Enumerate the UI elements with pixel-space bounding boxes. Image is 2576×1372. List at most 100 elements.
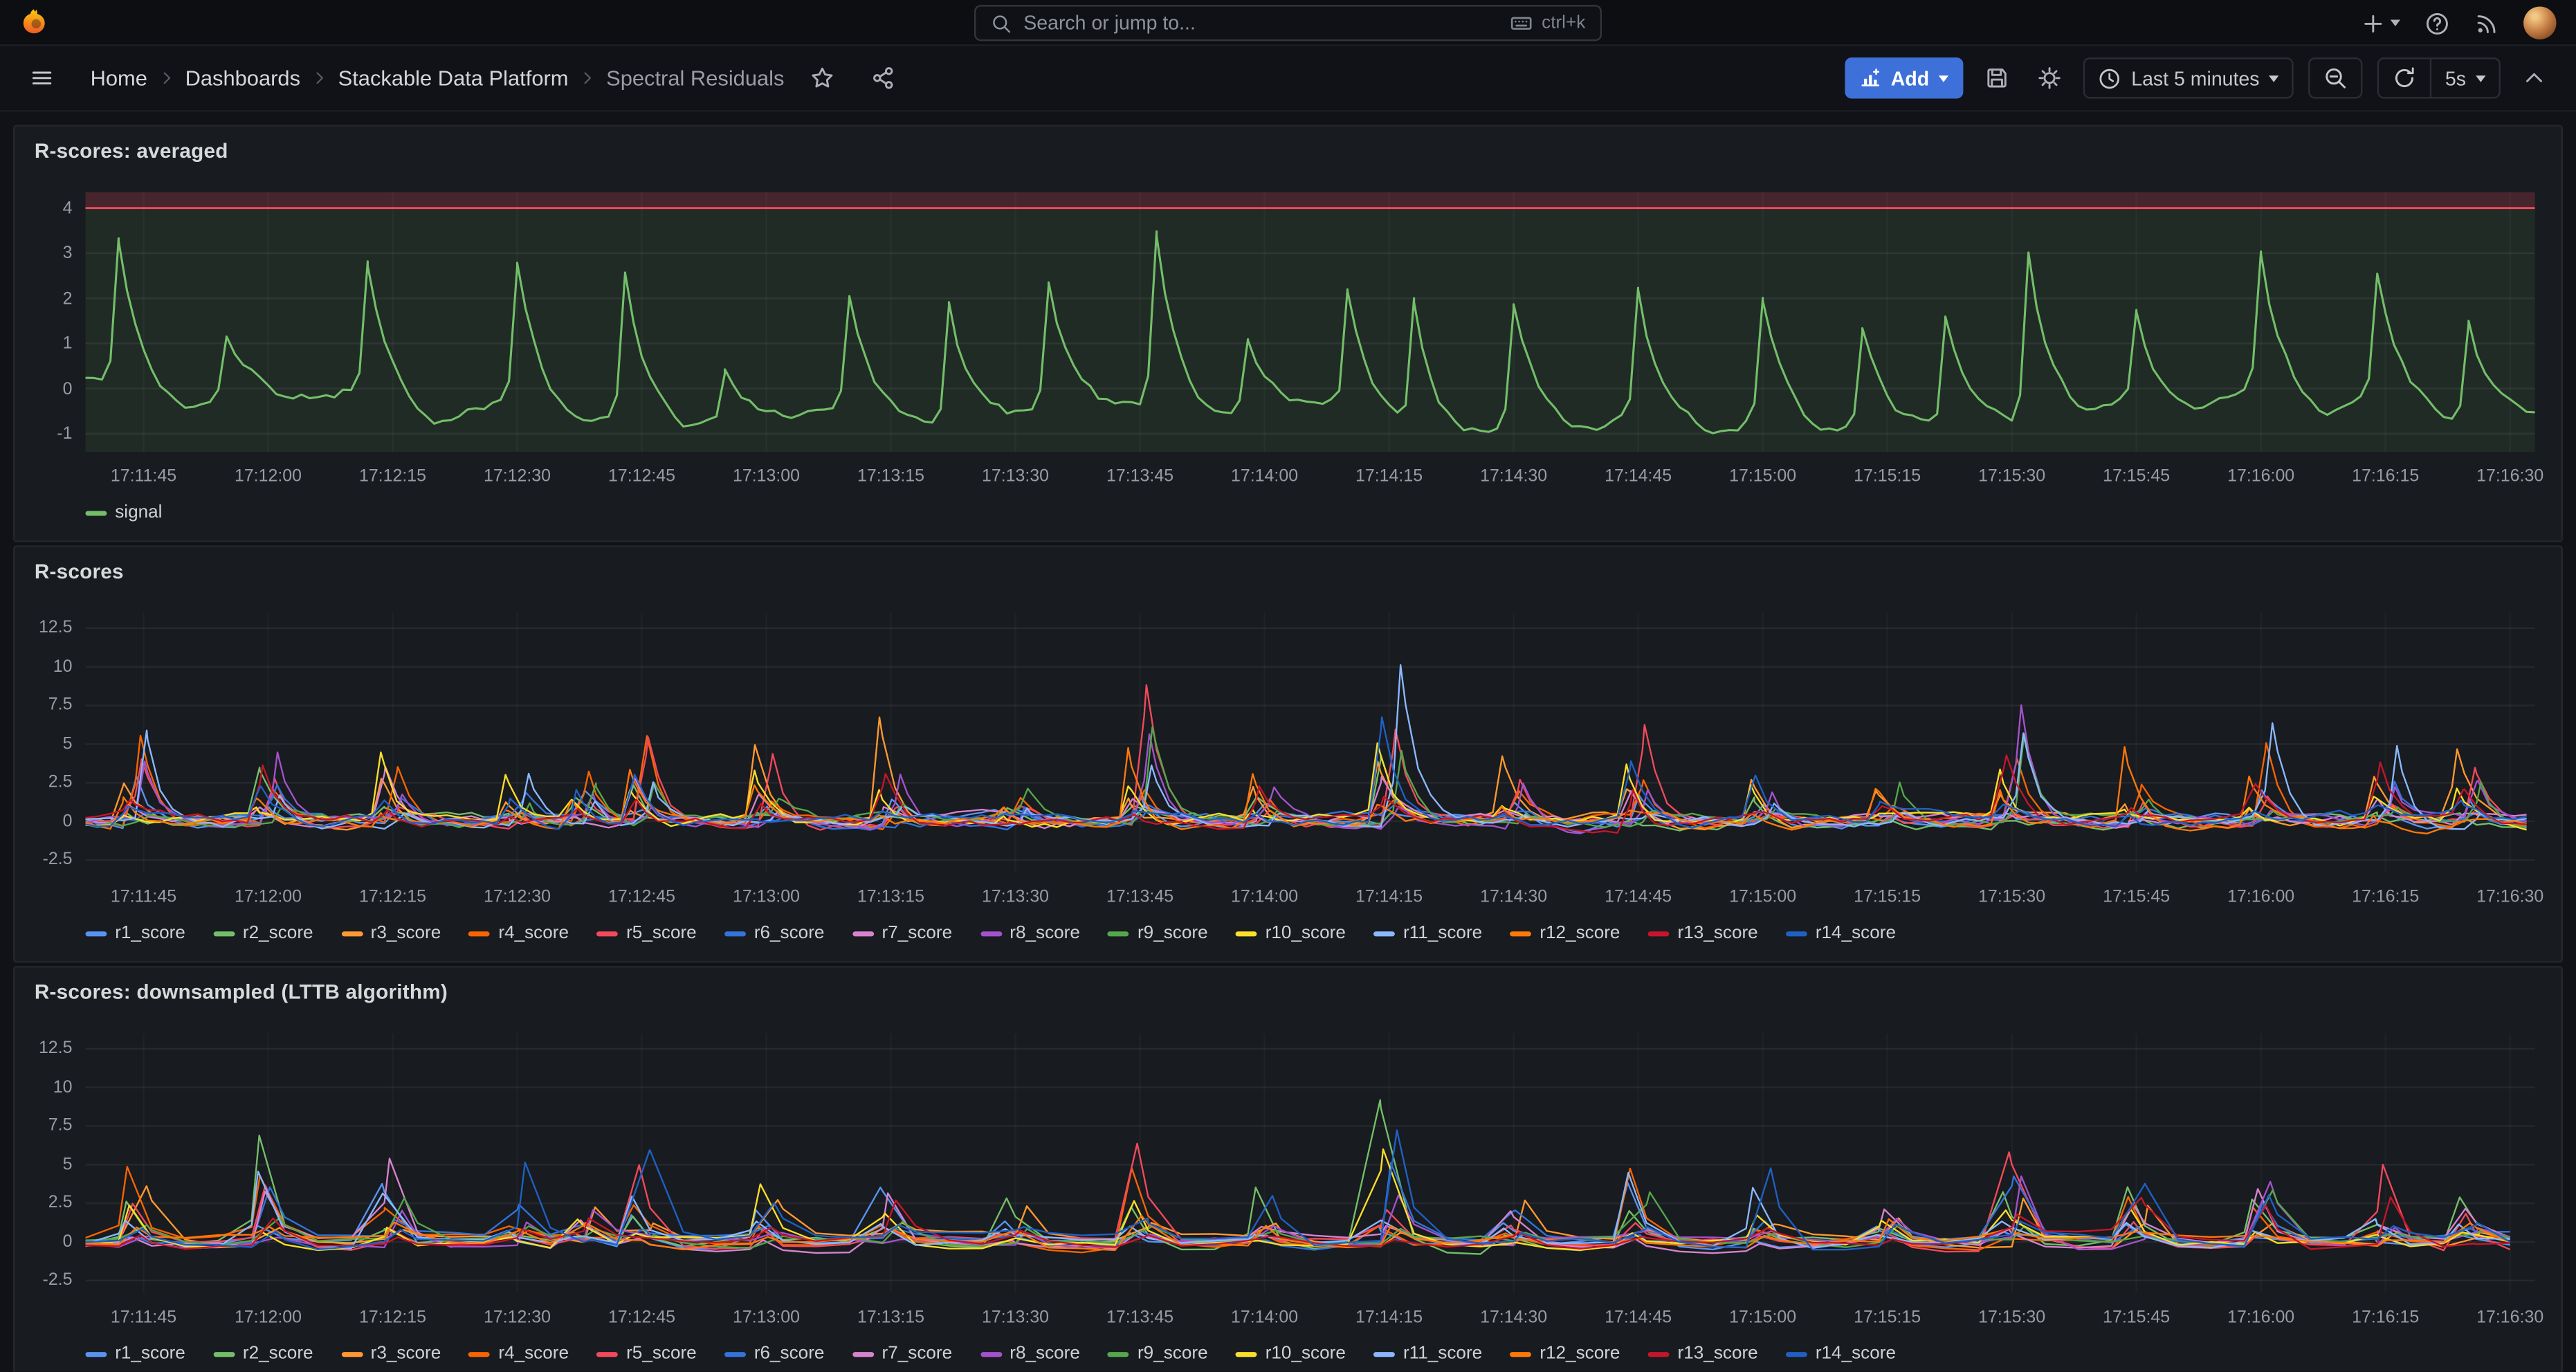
y-tick-label: 5: [63, 734, 73, 753]
legend-label: r6_score: [754, 923, 825, 942]
y-axis-labels: 12.5107.552.50-2.5: [31, 613, 75, 872]
legend-item-r13_score[interactable]: r13_score: [1648, 923, 1758, 942]
caret-down-icon: [2269, 75, 2279, 81]
favorite-button[interactable]: [804, 66, 842, 91]
x-tick-label: 17:15:30: [1978, 466, 2045, 486]
y-tick-label: 10: [53, 657, 73, 677]
legend-item-r10_score[interactable]: r10_score: [1236, 923, 1346, 942]
legend-item-r6_score[interactable]: r6_score: [724, 923, 824, 942]
legend-item-r4_score[interactable]: r4_score: [469, 923, 569, 942]
legend-label: r2_score: [243, 1344, 313, 1363]
y-tick-label: -2.5: [43, 850, 73, 870]
dashboard-settings-button[interactable]: [2031, 66, 2069, 91]
legend-swatch: [213, 1351, 235, 1356]
legend-item-r5_score[interactable]: r5_score: [596, 923, 696, 942]
x-tick-label: 17:12:30: [484, 466, 551, 486]
legend-item-r11_score[interactable]: r11_score: [1373, 923, 1482, 942]
legend-item-r12_score[interactable]: r12_score: [1510, 1344, 1620, 1363]
legend-item-r12_score[interactable]: r12_score: [1510, 923, 1620, 942]
plot-area[interactable]: [85, 192, 2534, 452]
x-tick-label: 17:13:30: [982, 887, 1049, 906]
add-panel-icon: [1860, 67, 1881, 89]
chevron-up-icon: [2522, 66, 2547, 91]
mega-menu-toggle[interactable]: [23, 66, 61, 91]
refresh-button[interactable]: [2379, 59, 2431, 97]
legend-label: r8_score: [1010, 923, 1080, 942]
share-button[interactable]: [865, 66, 903, 91]
legend-label: r6_score: [754, 1344, 825, 1363]
legend-item-r7_score[interactable]: r7_score: [852, 923, 952, 942]
legend-item-r11_score[interactable]: r11_score: [1373, 1344, 1482, 1363]
legend-label: r7_score: [882, 923, 953, 942]
panel-header[interactable]: R-scores: averaged: [15, 127, 2561, 176]
legend-swatch: [85, 510, 107, 515]
x-tick-label: 17:15:00: [1729, 1308, 1796, 1327]
news-button[interactable]: [2474, 10, 2499, 35]
x-tick-label: 17:14:15: [1355, 466, 1423, 486]
legend-item-r2_score[interactable]: r2_score: [213, 923, 313, 942]
y-tick-label: -2.5: [43, 1271, 73, 1290]
collapse-toolbar-button[interactable]: [2515, 66, 2553, 91]
legend-item-r4_score[interactable]: r4_score: [469, 1344, 569, 1363]
zoom-out-button[interactable]: [2309, 57, 2363, 98]
top-bar: Search or jump to... ctrl+k: [0, 0, 2576, 46]
y-tick-label: 2.5: [48, 773, 73, 792]
help-button[interactable]: [2425, 10, 2450, 35]
legend-item-r6_score[interactable]: r6_score: [724, 1344, 824, 1363]
x-tick-label: 17:11:45: [111, 1308, 176, 1327]
breadcrumb-dashboards[interactable]: Dashboards: [179, 66, 307, 91]
legend-item-r10_score[interactable]: r10_score: [1236, 1344, 1346, 1363]
legend-label: r4_score: [498, 1344, 569, 1363]
legend-item-r5_score[interactable]: r5_score: [596, 1344, 696, 1363]
breadcrumb-home[interactable]: Home: [84, 66, 154, 91]
legend: r1_score r2_score r3_score r4_score r5_score…: [85, 1335, 2534, 1371]
series-line-r5_score: [85, 685, 2526, 830]
x-tick-label: 17:14:30: [1480, 887, 1547, 906]
gear-icon: [2038, 66, 2063, 91]
y-tick-label: 5: [63, 1155, 73, 1174]
breadcrumb-folder[interactable]: Stackable Data Platform: [331, 66, 575, 91]
legend-item-r8_score[interactable]: r8_score: [980, 1344, 1080, 1363]
legend-item-r3_score[interactable]: r3_score: [341, 923, 441, 942]
time-range-picker[interactable]: Last 5 minutes: [2083, 57, 2294, 98]
panel-header[interactable]: R-scores: [15, 547, 2561, 596]
search-shortcut: ctrl+k: [1510, 12, 1585, 35]
legend-item-r1_score[interactable]: r1_score: [85, 923, 185, 942]
legend-item-r13_score[interactable]: r13_score: [1648, 1344, 1758, 1363]
timeseries-chart: 12.5107.552.50-2.5 17:11:4517:12:0017:12…: [31, 1023, 2538, 1371]
search-input[interactable]: Search or jump to... ctrl+k: [974, 5, 1602, 41]
new-menu-button[interactable]: [2361, 10, 2400, 35]
refresh-interval-dropdown[interactable]: 5s: [2432, 59, 2499, 97]
legend-item-r1_score[interactable]: r1_score: [85, 1344, 185, 1363]
legend-item-r3_score[interactable]: r3_score: [341, 1344, 441, 1363]
x-tick-label: 17:16:15: [2352, 466, 2419, 486]
legend-label: r14_score: [1816, 1344, 1896, 1363]
grafana-logo-icon[interactable]: [19, 6, 52, 38]
legend-item-r8_score[interactable]: r8_score: [980, 923, 1080, 942]
save-dashboard-button[interactable]: [1978, 66, 2016, 91]
y-tick-label: 1: [63, 333, 73, 353]
plot-area[interactable]: [85, 613, 2534, 872]
legend-item-r9_score[interactable]: r9_score: [1108, 923, 1207, 942]
y-axis-labels: 43210-1: [31, 192, 75, 452]
legend-item-r14_score[interactable]: r14_score: [1786, 923, 1896, 942]
x-tick-label: 17:12:15: [359, 887, 426, 906]
plot-area[interactable]: [85, 1033, 2534, 1292]
legend-item-r2_score[interactable]: r2_score: [213, 1344, 313, 1363]
legend-item-signal[interactable]: signal: [85, 503, 162, 522]
add-button[interactable]: Add: [1845, 57, 1964, 98]
grafana-app: Search or jump to... ctrl+k: [0, 0, 2576, 1372]
legend: r1_score r2_score r3_score r4_score r5_score…: [85, 915, 2534, 951]
search-placeholder: Search or jump to...: [1023, 12, 1196, 35]
x-tick-label: 17:12:45: [608, 1308, 675, 1327]
series-line-r8_score: [85, 705, 2526, 833]
y-tick-label: 3: [63, 244, 73, 263]
y-tick-label: 2.5: [48, 1193, 73, 1213]
legend-item-r9_score[interactable]: r9_score: [1108, 1344, 1207, 1363]
dashboard-toolbar: Home Dashboards Stackable Data Platform …: [0, 46, 2576, 111]
legend-item-r14_score[interactable]: r14_score: [1786, 1344, 1896, 1363]
user-avatar[interactable]: [2523, 6, 2556, 39]
legend-item-r7_score[interactable]: r7_score: [852, 1344, 952, 1363]
panel-header[interactable]: R-scores: downsampled (LTTB algorithm): [15, 968, 2561, 1017]
refresh-picker[interactable]: 5s: [2377, 57, 2500, 98]
